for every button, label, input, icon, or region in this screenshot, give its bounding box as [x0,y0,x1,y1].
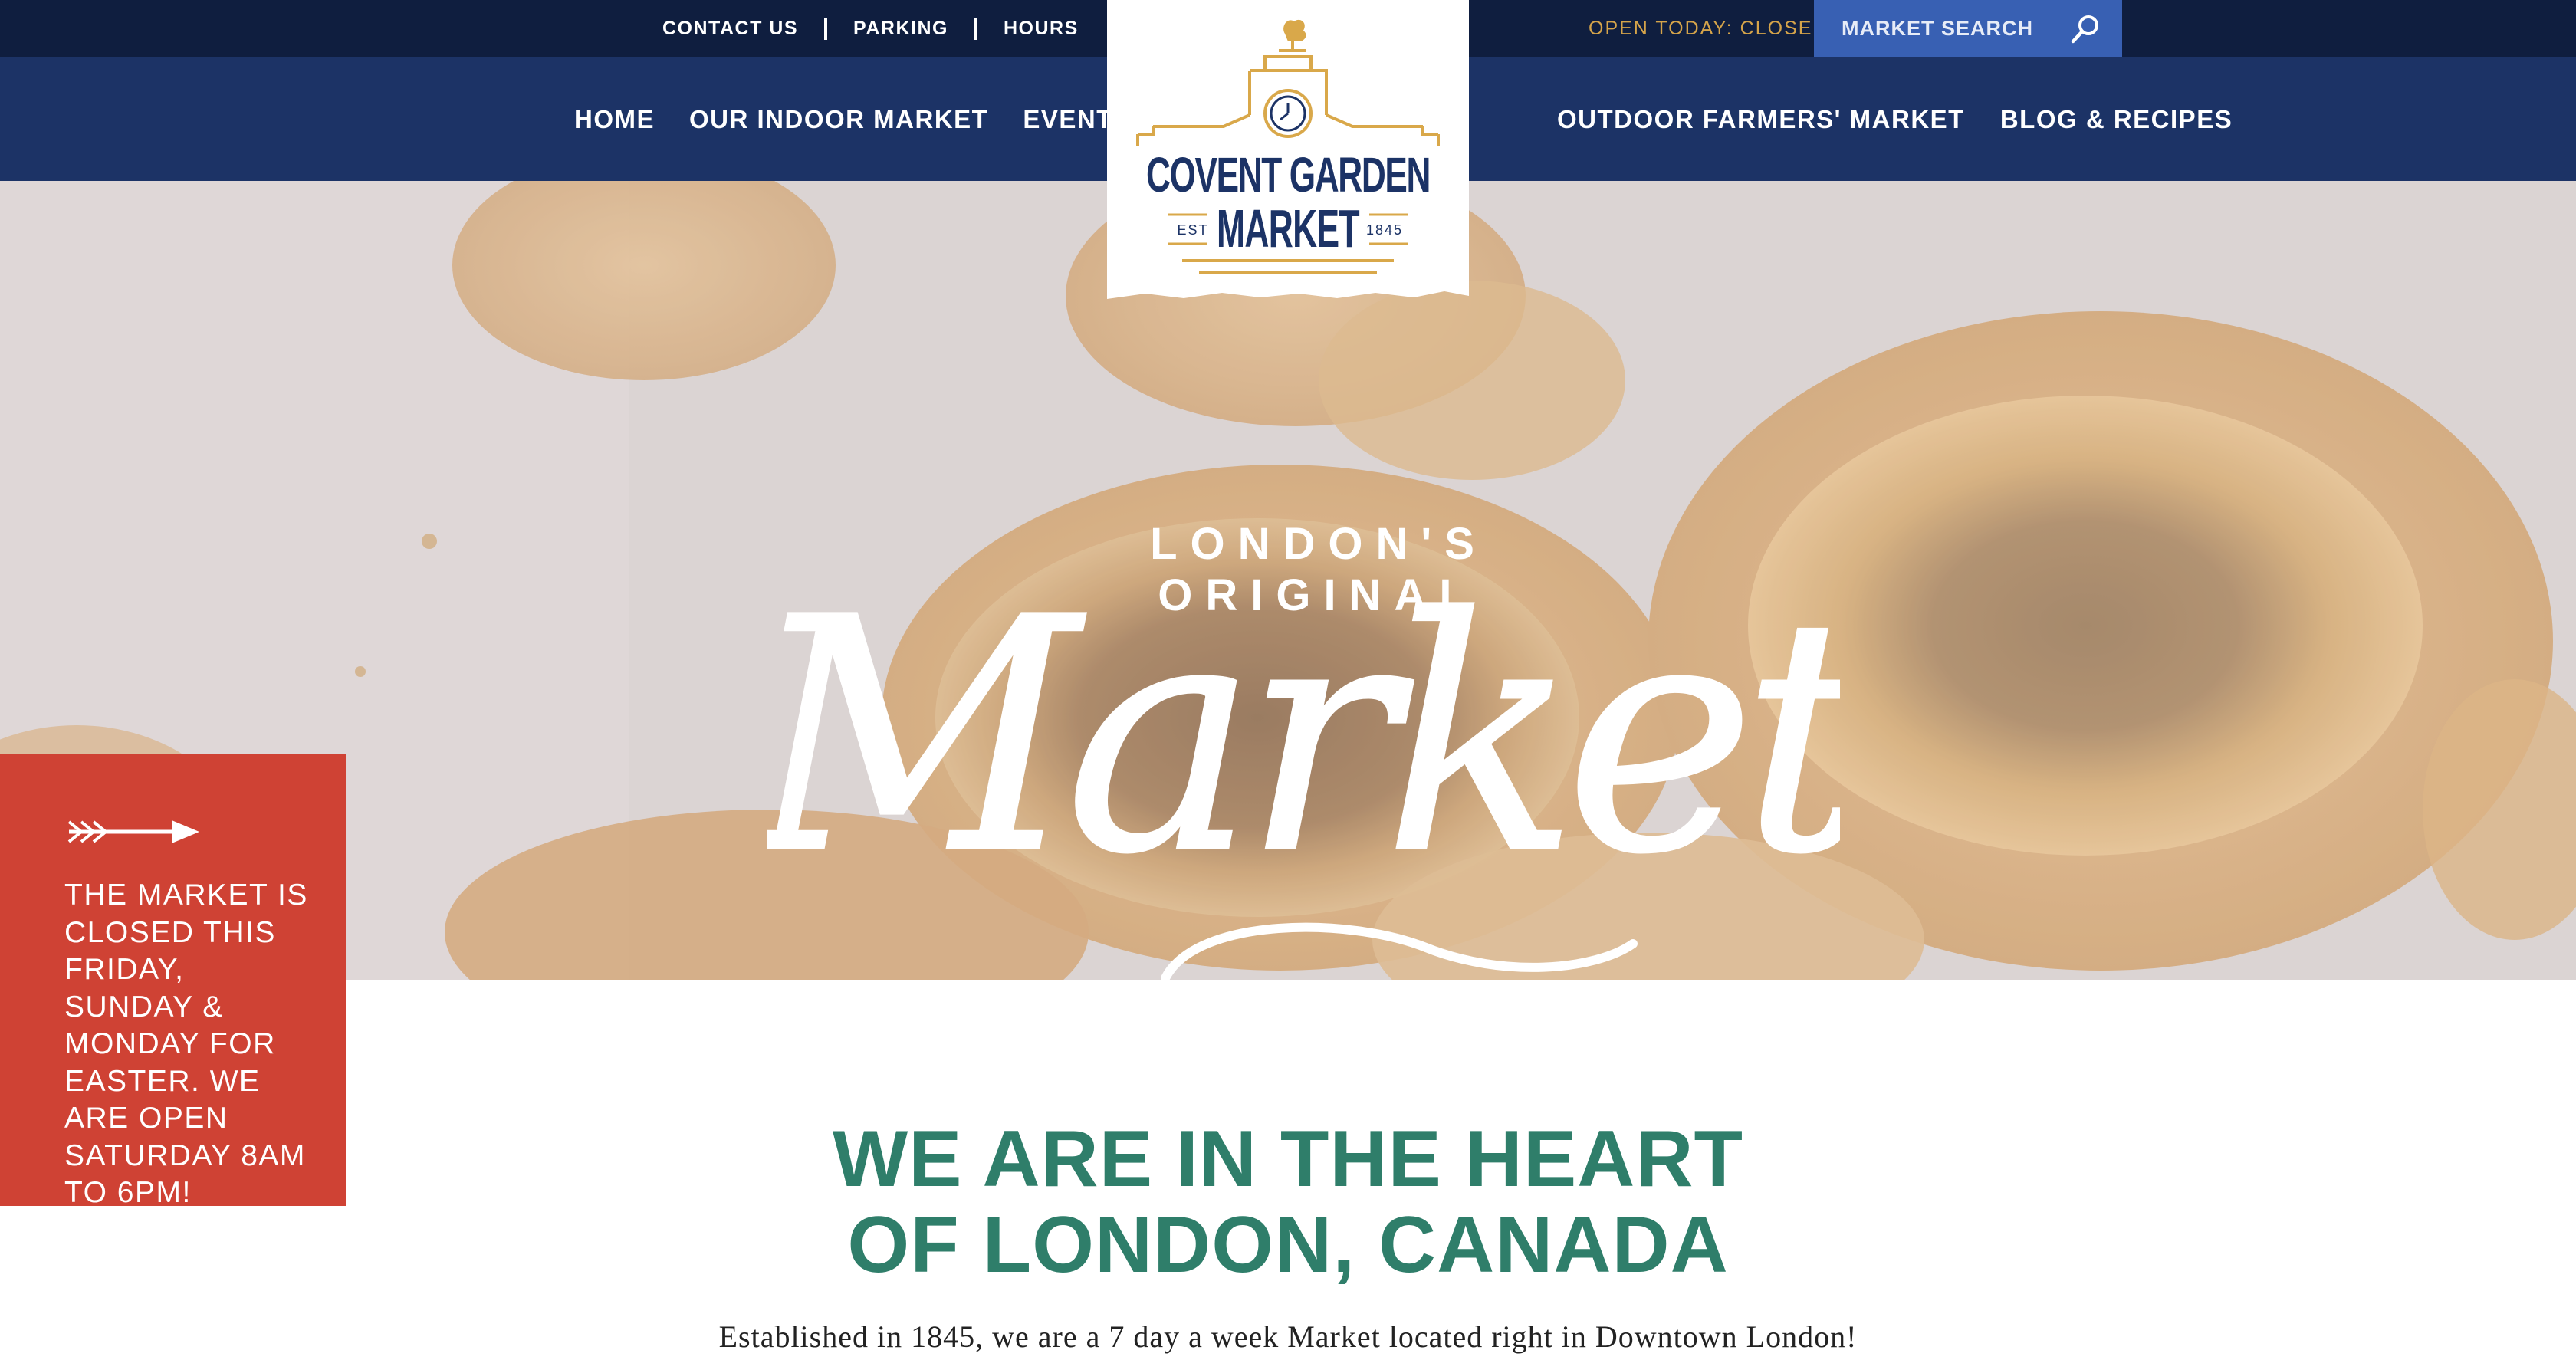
hero-banner: LONDON'S ORIGINAL Market [0,181,2576,980]
closure-notice-text: THE MARKET IS CLOSED THIS FRIDAY, SUNDAY… [64,879,308,1209]
parking-link[interactable]: PARKING [853,18,948,40]
hero-script-text: Market [767,550,1840,925]
main-nav-left: HOME OUR INDOOR MARKET EVENTS [574,57,1165,181]
logo-est-label: EST [1177,222,1208,238]
arrow-right-icon [67,820,199,843]
closure-notice[interactable]: THE MARKET IS CLOSED THIS FRIDAY, SUNDAY… [0,754,346,1209]
logo-line2: MARKET [1217,199,1359,258]
hero-script-word: Market [767,549,1840,980]
nav-home[interactable]: HOME [574,105,655,134]
utility-links: CONTACT US PARKING HOURS [662,0,1079,57]
search-icon[interactable] [2068,12,2102,46]
hours-link[interactable]: HOURS [1004,18,1079,40]
main-nav-right: OUTDOOR FARMERS' MARKET BLOG & RECIPES [1557,57,2268,181]
divider [974,18,978,40]
market-search [1814,0,2122,57]
nav-indoor-market[interactable]: OUR INDOOR MARKET [689,105,988,134]
search-input[interactable] [1842,17,2064,41]
contact-us-link[interactable]: CONTACT US [662,18,798,40]
logo-line1: COVENT GARDEN [1146,147,1430,202]
logo-year: 1845 [1366,222,1403,238]
open-status: OPEN TODAY: CLOSED [1589,18,1829,39]
nav-blog-recipes[interactable]: BLOG & RECIPES [2000,105,2233,134]
nav-outdoor-farmers-market[interactable]: OUTDOOR FARMERS' MARKET [1557,105,1965,134]
intro-text: Established in 1845, we are a 7 day a we… [718,1319,1858,1354]
intro-heading: WE ARE IN THE HEART OF LONDON, CANADA [832,1115,1744,1289]
divider [824,18,828,40]
clock-icon [1263,89,1313,138]
covent-garden-logo[interactable]: COVENT GARDEN EST MARKET 1845 [1107,0,1469,301]
